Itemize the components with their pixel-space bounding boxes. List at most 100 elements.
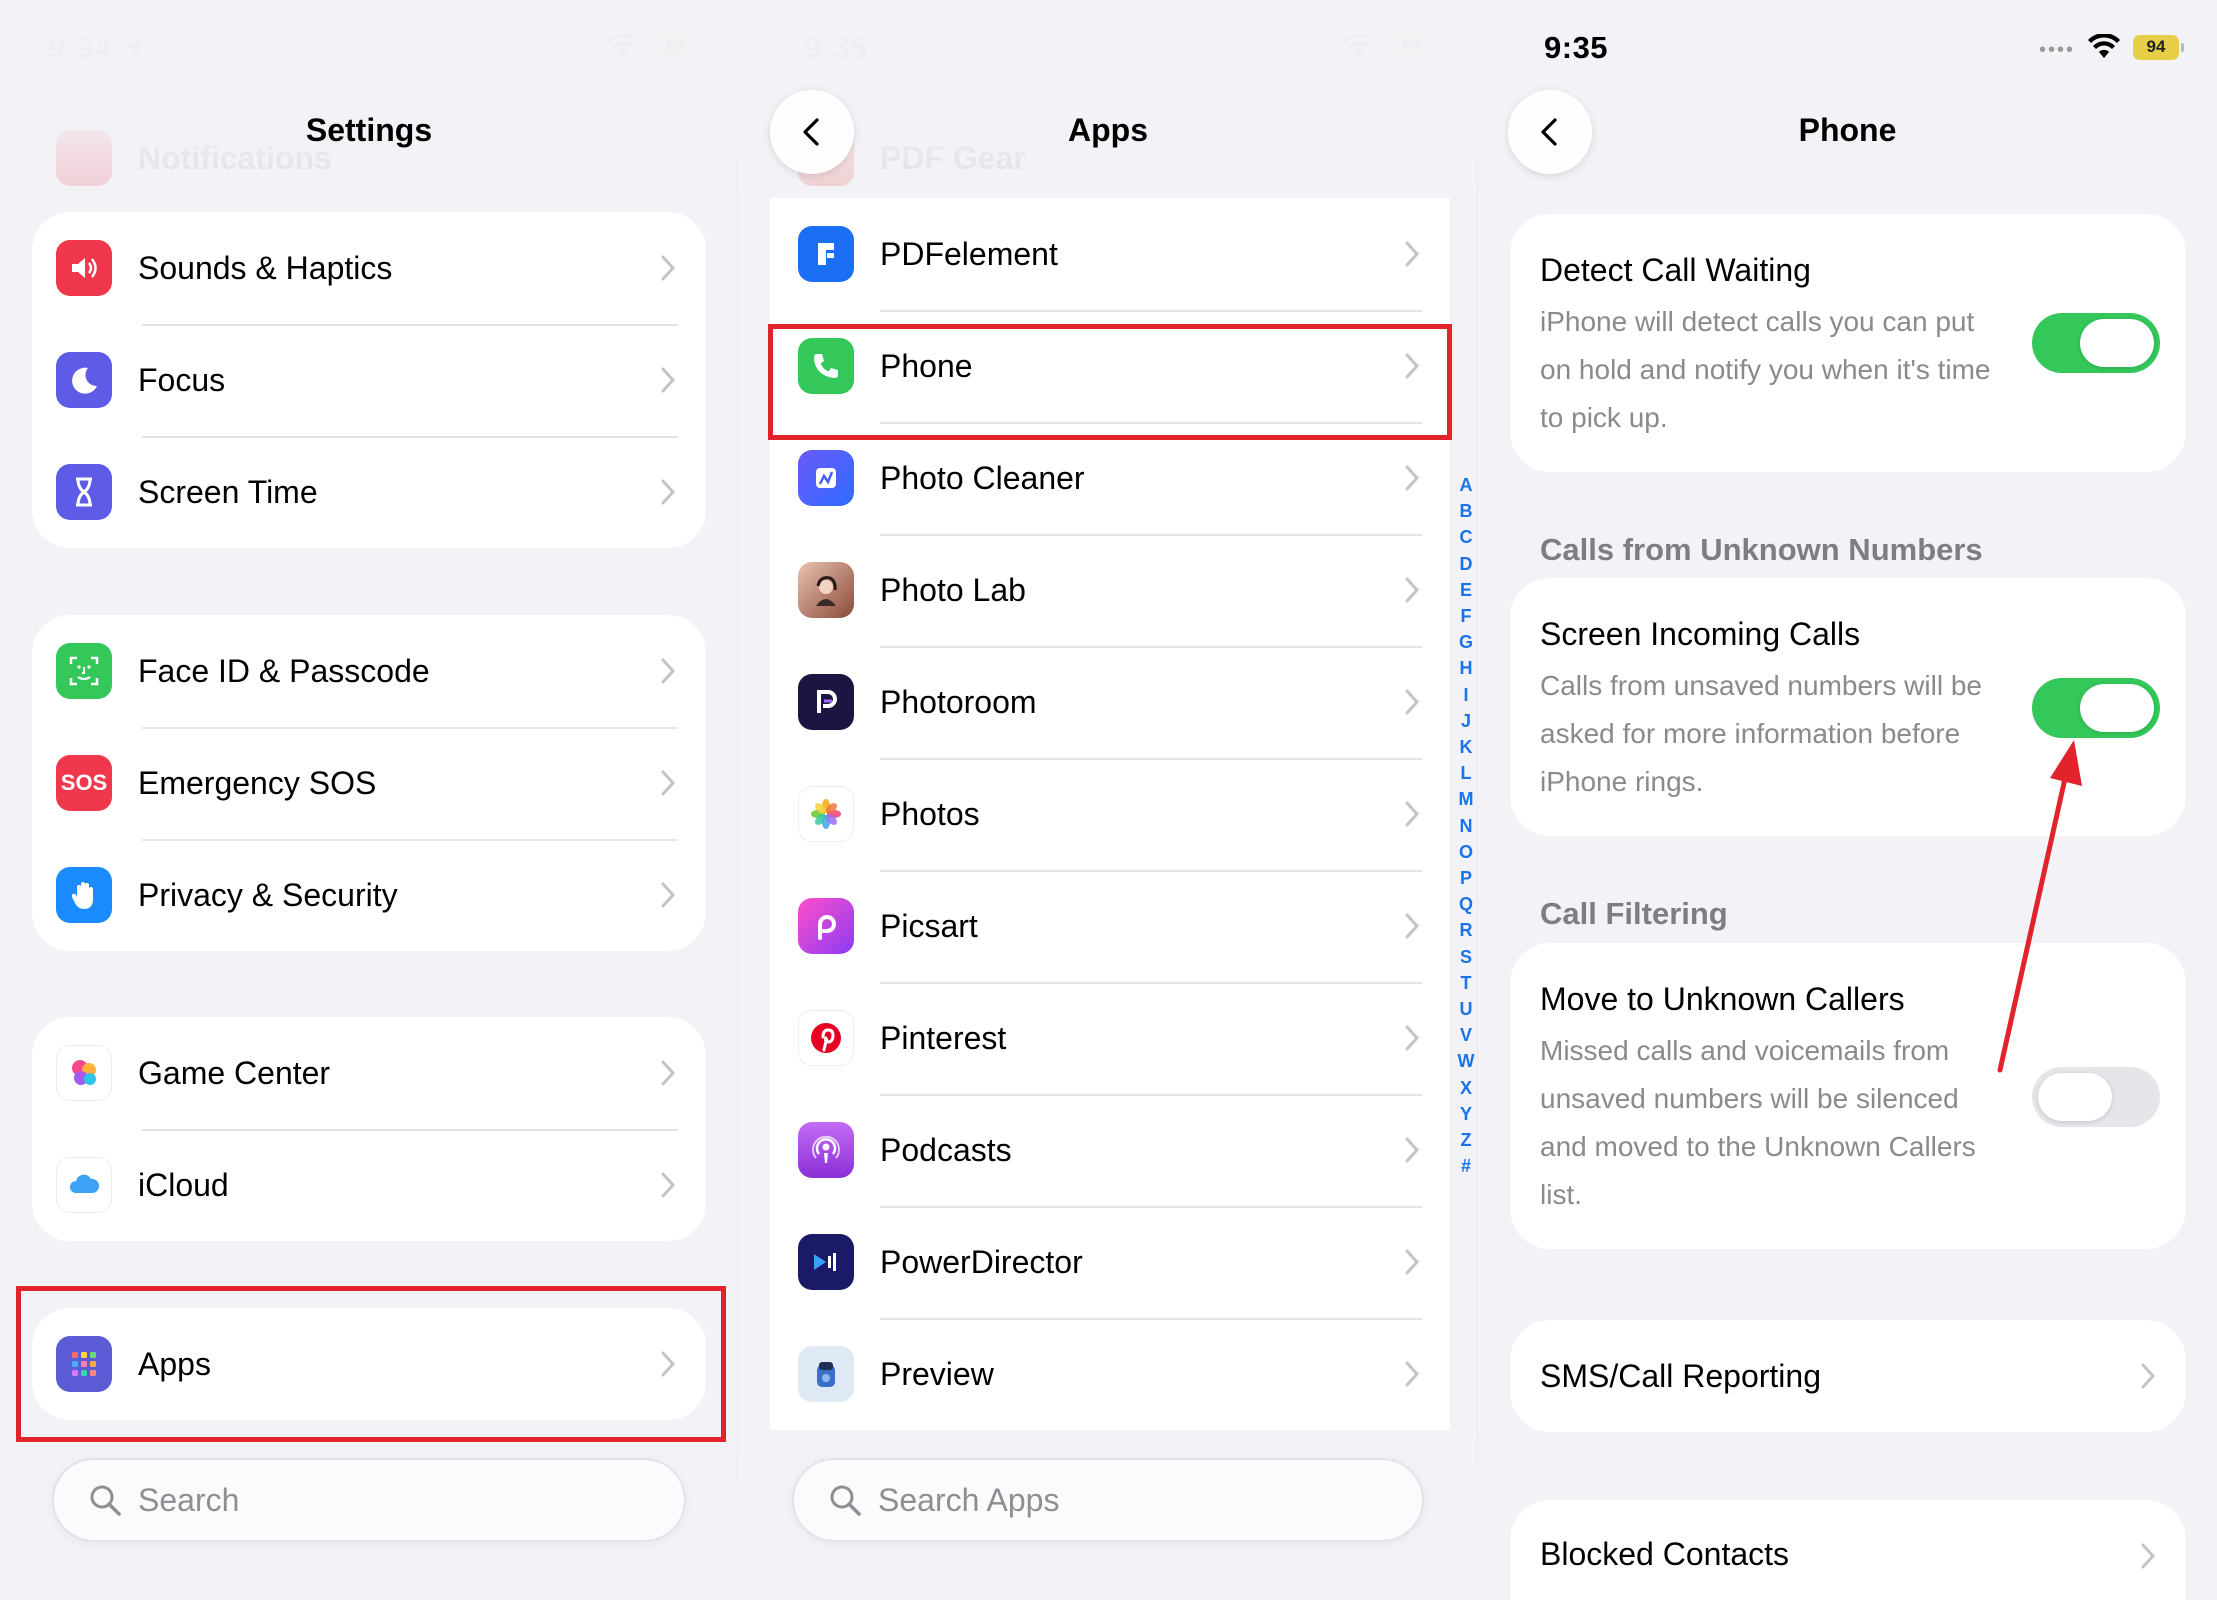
chevron-right-icon bbox=[661, 658, 676, 684]
app-item-photos[interactable]: Photos bbox=[770, 758, 1450, 870]
index-letter[interactable]: T bbox=[1454, 970, 1478, 996]
pdfelement-icon bbox=[798, 226, 854, 282]
index-letter[interactable]: R bbox=[1454, 917, 1478, 943]
search-apps-bar[interactable]: Search Apps bbox=[792, 1458, 1424, 1542]
move-unknown-callers-title: Move to Unknown Callers bbox=[1540, 981, 1905, 1017]
index-letter[interactable]: N bbox=[1454, 813, 1478, 839]
settings-item-icloud[interactable]: iCloud bbox=[32, 1129, 706, 1241]
index-letter[interactable]: A bbox=[1454, 472, 1478, 498]
page-title: Settings bbox=[305, 112, 433, 148]
index-letter[interactable]: H bbox=[1454, 655, 1478, 681]
phone-settings-panel: 9:35 •••• 94 Phone Detect Call Waiting i… bbox=[1478, 0, 2217, 1600]
screen-incoming-calls-toggle[interactable] bbox=[2032, 678, 2160, 738]
chevron-left-icon bbox=[1541, 118, 1557, 146]
index-letter[interactable]: F bbox=[1454, 603, 1478, 629]
search-icon bbox=[90, 1485, 121, 1516]
settings-panel: 9:34 •••• 84 Notifications Settings Soun… bbox=[0, 0, 738, 1600]
chevron-right-icon bbox=[2141, 1543, 2156, 1569]
settings-group-1: Sounds & Haptics Focus Screen Time bbox=[32, 212, 706, 548]
detect-call-waiting-title: Detect Call Waiting bbox=[1540, 252, 1811, 288]
index-letter[interactable]: D bbox=[1454, 551, 1478, 577]
chevron-right-icon bbox=[661, 367, 676, 393]
index-letter[interactable]: X bbox=[1454, 1075, 1478, 1101]
photos-icon bbox=[798, 786, 854, 842]
chevron-right-icon bbox=[661, 255, 676, 281]
chevron-right-icon bbox=[1405, 689, 1420, 715]
index-letter[interactable]: W bbox=[1454, 1048, 1478, 1074]
chevron-right-icon bbox=[1405, 577, 1420, 603]
index-letter[interactable]: B bbox=[1454, 498, 1478, 524]
settings-item-sounds-haptics[interactable]: Sounds & Haptics bbox=[32, 212, 706, 324]
wifi-icon bbox=[607, 34, 639, 58]
detect-call-waiting-description: iPhone will detect calls you can put on … bbox=[1540, 306, 1991, 433]
settings-item-screen-time[interactable]: Screen Time bbox=[32, 436, 706, 548]
status-time: 9:34 bbox=[48, 30, 113, 65]
index-letter[interactable]: M bbox=[1454, 786, 1478, 812]
index-letter[interactable]: J bbox=[1454, 708, 1478, 734]
index-letter[interactable]: S bbox=[1454, 944, 1478, 970]
app-item-podcasts[interactable]: Podcasts bbox=[770, 1094, 1450, 1206]
app-item-picsart[interactable]: Picsart bbox=[770, 870, 1450, 982]
app-item-pinterest[interactable]: Pinterest bbox=[770, 982, 1450, 1094]
chevron-right-icon bbox=[1405, 801, 1420, 827]
index-letter[interactable]: U bbox=[1454, 996, 1478, 1022]
settings-item-face-id[interactable]: Face ID & Passcode bbox=[32, 615, 706, 727]
back-button[interactable] bbox=[1508, 90, 1592, 174]
detect-call-waiting-card: Detect Call Waiting iPhone will detect c… bbox=[1510, 214, 2186, 472]
alphabet-index[interactable]: A B C D E F G H I J K L M N O P Q R S T U V W X Y Z # bbox=[1454, 472, 1478, 1179]
search-bar[interactable]: Search bbox=[52, 1458, 686, 1542]
photo-cleaner-icon bbox=[798, 450, 854, 506]
search-placeholder: Search bbox=[138, 1481, 240, 1518]
app-item-preview[interactable]: Preview bbox=[770, 1318, 1450, 1430]
hand-icon bbox=[56, 867, 112, 923]
index-letter[interactable]: K bbox=[1454, 734, 1478, 760]
app-item-photo-lab[interactable]: Photo Lab bbox=[770, 534, 1450, 646]
status-time: 9:35 bbox=[804, 30, 869, 65]
cellular-dots-icon: •••• bbox=[557, 39, 594, 61]
index-letter[interactable]: I bbox=[1454, 682, 1478, 708]
chevron-right-icon bbox=[1405, 465, 1420, 491]
battery-indicator: 94 bbox=[2133, 34, 2184, 60]
pinterest-icon bbox=[798, 1010, 854, 1066]
index-letter[interactable]: # bbox=[1454, 1153, 1478, 1179]
status-bar: 9:34 •••• 84 bbox=[0, 26, 738, 70]
index-letter[interactable]: Z bbox=[1454, 1127, 1478, 1153]
app-item-powerdirector[interactable]: PowerDirector bbox=[770, 1206, 1450, 1318]
photoroom-icon bbox=[798, 674, 854, 730]
screen-incoming-calls-description: Calls from unsaved numbers will be asked… bbox=[1540, 670, 1982, 797]
settings-item-focus[interactable]: Focus bbox=[32, 324, 706, 436]
index-letter[interactable]: L bbox=[1454, 760, 1478, 786]
sos-icon: SOS bbox=[56, 755, 112, 811]
index-letter[interactable]: C bbox=[1454, 524, 1478, 550]
cloud-icon bbox=[56, 1157, 112, 1213]
battery-indicator: 94 bbox=[1388, 34, 1439, 60]
battery-indicator: 84 bbox=[652, 34, 703, 60]
settings-item-game-center[interactable]: Game Center bbox=[32, 1017, 706, 1129]
wifi-icon bbox=[2088, 34, 2120, 58]
game-center-icon bbox=[56, 1045, 112, 1101]
index-letter[interactable]: P bbox=[1454, 865, 1478, 891]
index-letter[interactable]: O bbox=[1454, 839, 1478, 865]
annotation-arrow-icon bbox=[1997, 740, 2082, 1073]
back-button[interactable] bbox=[770, 90, 854, 174]
index-letter[interactable]: G bbox=[1454, 629, 1478, 655]
sms-call-reporting-row[interactable]: SMS/Call Reporting bbox=[1510, 1320, 2186, 1432]
index-letter[interactable]: Q bbox=[1454, 891, 1478, 917]
detect-call-waiting-toggle[interactable] bbox=[2032, 313, 2160, 373]
chevron-right-icon bbox=[661, 770, 676, 796]
app-item-pdfelement[interactable]: PDFelement bbox=[770, 198, 1450, 310]
index-letter[interactable]: Y bbox=[1454, 1101, 1478, 1127]
index-letter[interactable]: E bbox=[1454, 577, 1478, 603]
cellular-dots-icon: •••• bbox=[2038, 39, 2075, 61]
chevron-right-icon bbox=[2141, 1363, 2156, 1389]
index-letter[interactable]: V bbox=[1454, 1022, 1478, 1048]
chevron-right-icon bbox=[1405, 241, 1420, 267]
app-item-photoroom[interactable]: Photoroom bbox=[770, 646, 1450, 758]
settings-item-emergency-sos[interactable]: SOS Emergency SOS bbox=[32, 727, 706, 839]
blocked-contacts-row[interactable]: Blocked Contacts bbox=[1510, 1500, 2186, 1600]
settings-item-privacy-security[interactable]: Privacy & Security bbox=[32, 839, 706, 951]
chevron-right-icon bbox=[661, 1172, 676, 1198]
hourglass-icon bbox=[56, 464, 112, 520]
chevron-right-icon bbox=[1405, 913, 1420, 939]
chevron-right-icon bbox=[1405, 1025, 1420, 1051]
